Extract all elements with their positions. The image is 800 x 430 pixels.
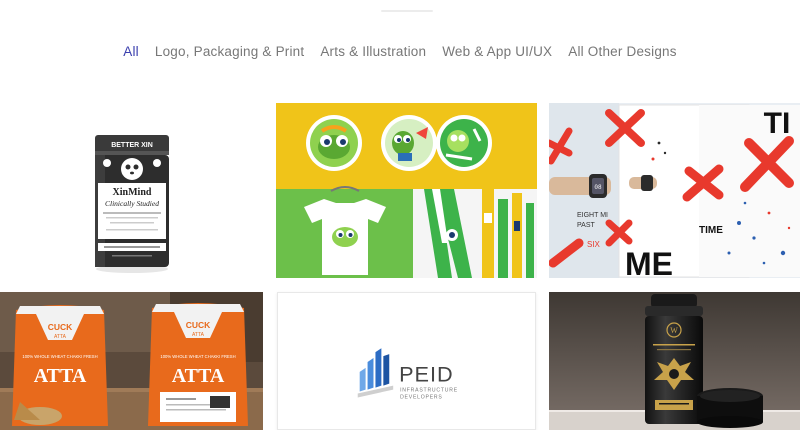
luxury-can-image: W (549, 292, 800, 430)
poster-eight-text: EIGHT MI (577, 212, 608, 219)
atta-left-brand: CUCK (48, 322, 73, 332)
atta-right-sub: ATTA (192, 332, 205, 338)
peid-logo-sub-2: DEVELOPERS (400, 394, 443, 400)
portfolio-item-peid-logo[interactable]: PEID INFRASTRUCTURE DEVELOPERS (277, 292, 536, 430)
filter-tab-arts-illustration[interactable]: Arts & Illustration (320, 44, 426, 59)
atta-right-desc: 100% WHOLE WHEAT CHAKKI FRESH (160, 354, 235, 359)
portfolio-item-supplement-jar[interactable]: BETTER XIN XinMind Clinically Studied (0, 103, 263, 278)
poster-me-text: ME (625, 246, 673, 278)
filter-tab-web-app-ui-ux[interactable]: Web & App UI/UX (442, 44, 552, 59)
peid-logo-sub-1: INFRASTRUCTURE (400, 388, 458, 394)
atta-left-desc: 100% WHOLE WHEAT CHAKKI FRESH (22, 354, 97, 359)
atta-left-sub: ATTA (54, 334, 67, 340)
jar-brand-text: BETTER XIN (111, 142, 153, 149)
atta-right-brand: CUCK (186, 320, 211, 330)
can-brand-letter: W (670, 326, 678, 335)
filter-tab-all[interactable]: All (123, 44, 139, 59)
portfolio-item-atta-packaging[interactable]: CUCK ATTA 100% WHOLE WHEAT CHAKKI FRESH … (0, 292, 263, 430)
portfolio-item-mascot-branding[interactable] (276, 103, 537, 278)
portfolio-item-time-poster[interactable]: 08 TI ME TIME EIGHT MI PAST SIX (549, 103, 800, 278)
peid-logo-name: PEID (399, 362, 454, 387)
supplement-jar-image: BETTER XIN XinMind Clinically Studied (95, 135, 169, 273)
time-poster-image: 08 TI ME TIME EIGHT MI PAST SIX (549, 103, 800, 278)
filter-tab-all-other-designs[interactable]: All Other Designs (568, 44, 676, 59)
jar-tagline: Clinically Studied (105, 199, 159, 208)
poster-ti-text: TI (764, 107, 791, 140)
mascot-branding-image (276, 103, 537, 278)
poster-past-text: PAST (577, 222, 595, 229)
poster-time-text: TIME (699, 225, 723, 236)
atta-packaging-image: CUCK ATTA 100% WHOLE WHEAT CHAKKI FRESH … (0, 292, 263, 430)
top-divider (381, 10, 433, 12)
poster-six-text: SIX (587, 240, 601, 249)
jar-product-name: XinMind (113, 187, 152, 198)
portfolio-item-luxury-can[interactable]: W (549, 292, 800, 430)
peid-logo-image: PEID INFRASTRUCTURE DEVELOPERS (278, 293, 535, 429)
atta-right-big: ATTA (172, 365, 225, 387)
portfolio-filter-tabs: All Logo, Packaging & Print Arts & Illus… (0, 44, 800, 59)
filter-tab-logo-packaging-print[interactable]: Logo, Packaging & Print (155, 44, 304, 59)
atta-left-big: ATTA (34, 365, 87, 387)
watch-display-text: 08 (594, 184, 602, 191)
